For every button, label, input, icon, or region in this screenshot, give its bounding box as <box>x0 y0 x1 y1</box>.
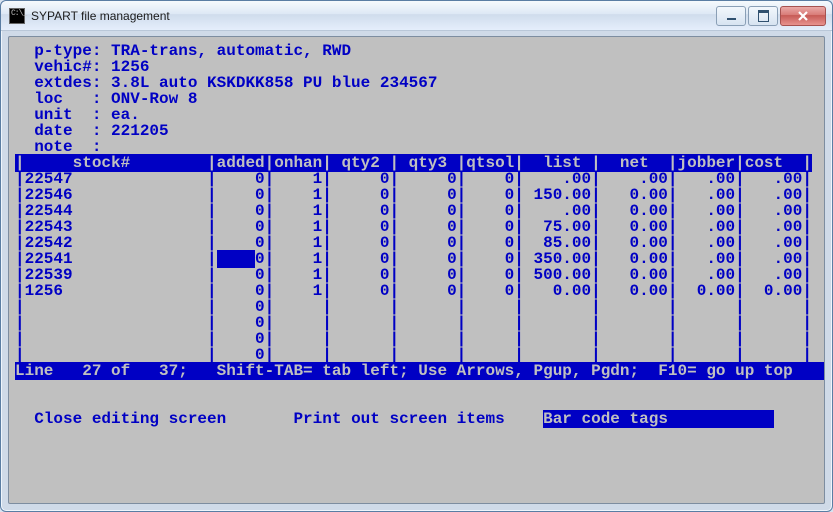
table-row[interactable]: |1256 | 0| 1| 0| 0| 0| 0.00| 0.00| 0.00|… <box>15 283 818 299</box>
window-buttons <box>714 6 826 26</box>
maximize-button[interactable] <box>748 6 778 26</box>
barcode-tags-button[interactable]: Bar code tags <box>543 410 773 428</box>
close-editing-button[interactable]: Close editing screen <box>34 410 226 428</box>
footer: Close editing screen Print out screen it… <box>15 411 818 427</box>
hdr-ptype: p-type: TRA-trans, automatic, RWD <box>15 43 818 59</box>
print-items-button[interactable]: Print out screen items <box>293 410 504 428</box>
hdr-loc: loc : ONV-Row 8 <box>15 91 818 107</box>
column-header: | stock# |added|onhan| qty2 | qty3 |qtso… <box>15 155 818 171</box>
hdr-unit: unit : ea. <box>15 107 818 123</box>
table-row[interactable]: |22539 | 0| 1| 0| 0| 0| 500.00| 0.00| .0… <box>15 267 818 283</box>
minimize-button[interactable] <box>716 6 746 26</box>
table-row-empty: | | 0| | | | | | | | | <box>15 347 818 363</box>
spacer <box>15 379 818 395</box>
hdr-date: date : 221205 <box>15 123 818 139</box>
table-row[interactable]: |22541 | 0| 1| 0| 0| 0| 350.00| 0.00| .0… <box>15 251 818 267</box>
hdr-extdes: extdes: 3.8L auto KSKDKK858 PU blue 2345… <box>15 75 818 91</box>
table-row[interactable]: |22547 | 0| 1| 0| 0| 0| .00| .00| .00| .… <box>15 171 818 187</box>
table-row[interactable]: |22546 | 0| 1| 0| 0| 0| 150.00| 0.00| .0… <box>15 187 818 203</box>
status-line: Line 27 of 37; Shift-TAB= tab left; Use … <box>15 363 818 379</box>
table-row[interactable]: |22543 | 0| 1| 0| 0| 0| 75.00| 0.00| .00… <box>15 219 818 235</box>
table-row[interactable]: |22542 | 0| 1| 0| 0| 0| 85.00| 0.00| .00… <box>15 235 818 251</box>
table-row-empty: | | 0| | | | | | | | | <box>15 315 818 331</box>
window-title: SYPART file management <box>31 9 714 23</box>
close-button[interactable] <box>780 6 826 26</box>
console-icon <box>9 8 25 24</box>
hdr-vehic: vehic#: 1256 <box>15 59 818 75</box>
table-row[interactable]: |22544 | 0| 1| 0| 0| 0| .00| 0.00| .00| … <box>15 203 818 219</box>
hdr-note: note : <box>15 139 818 155</box>
table-row-empty: | | 0| | | | | | | | | <box>15 331 818 347</box>
titlebar: SYPART file management <box>1 1 832 31</box>
terminal-area: p-type: TRA-trans, automatic, RWD vehic#… <box>8 36 825 504</box>
app-window: SYPART file management p-type: TRA-trans… <box>0 0 833 512</box>
spacer <box>15 395 818 411</box>
table-row-empty: | | 0| | | | | | | | | <box>15 299 818 315</box>
